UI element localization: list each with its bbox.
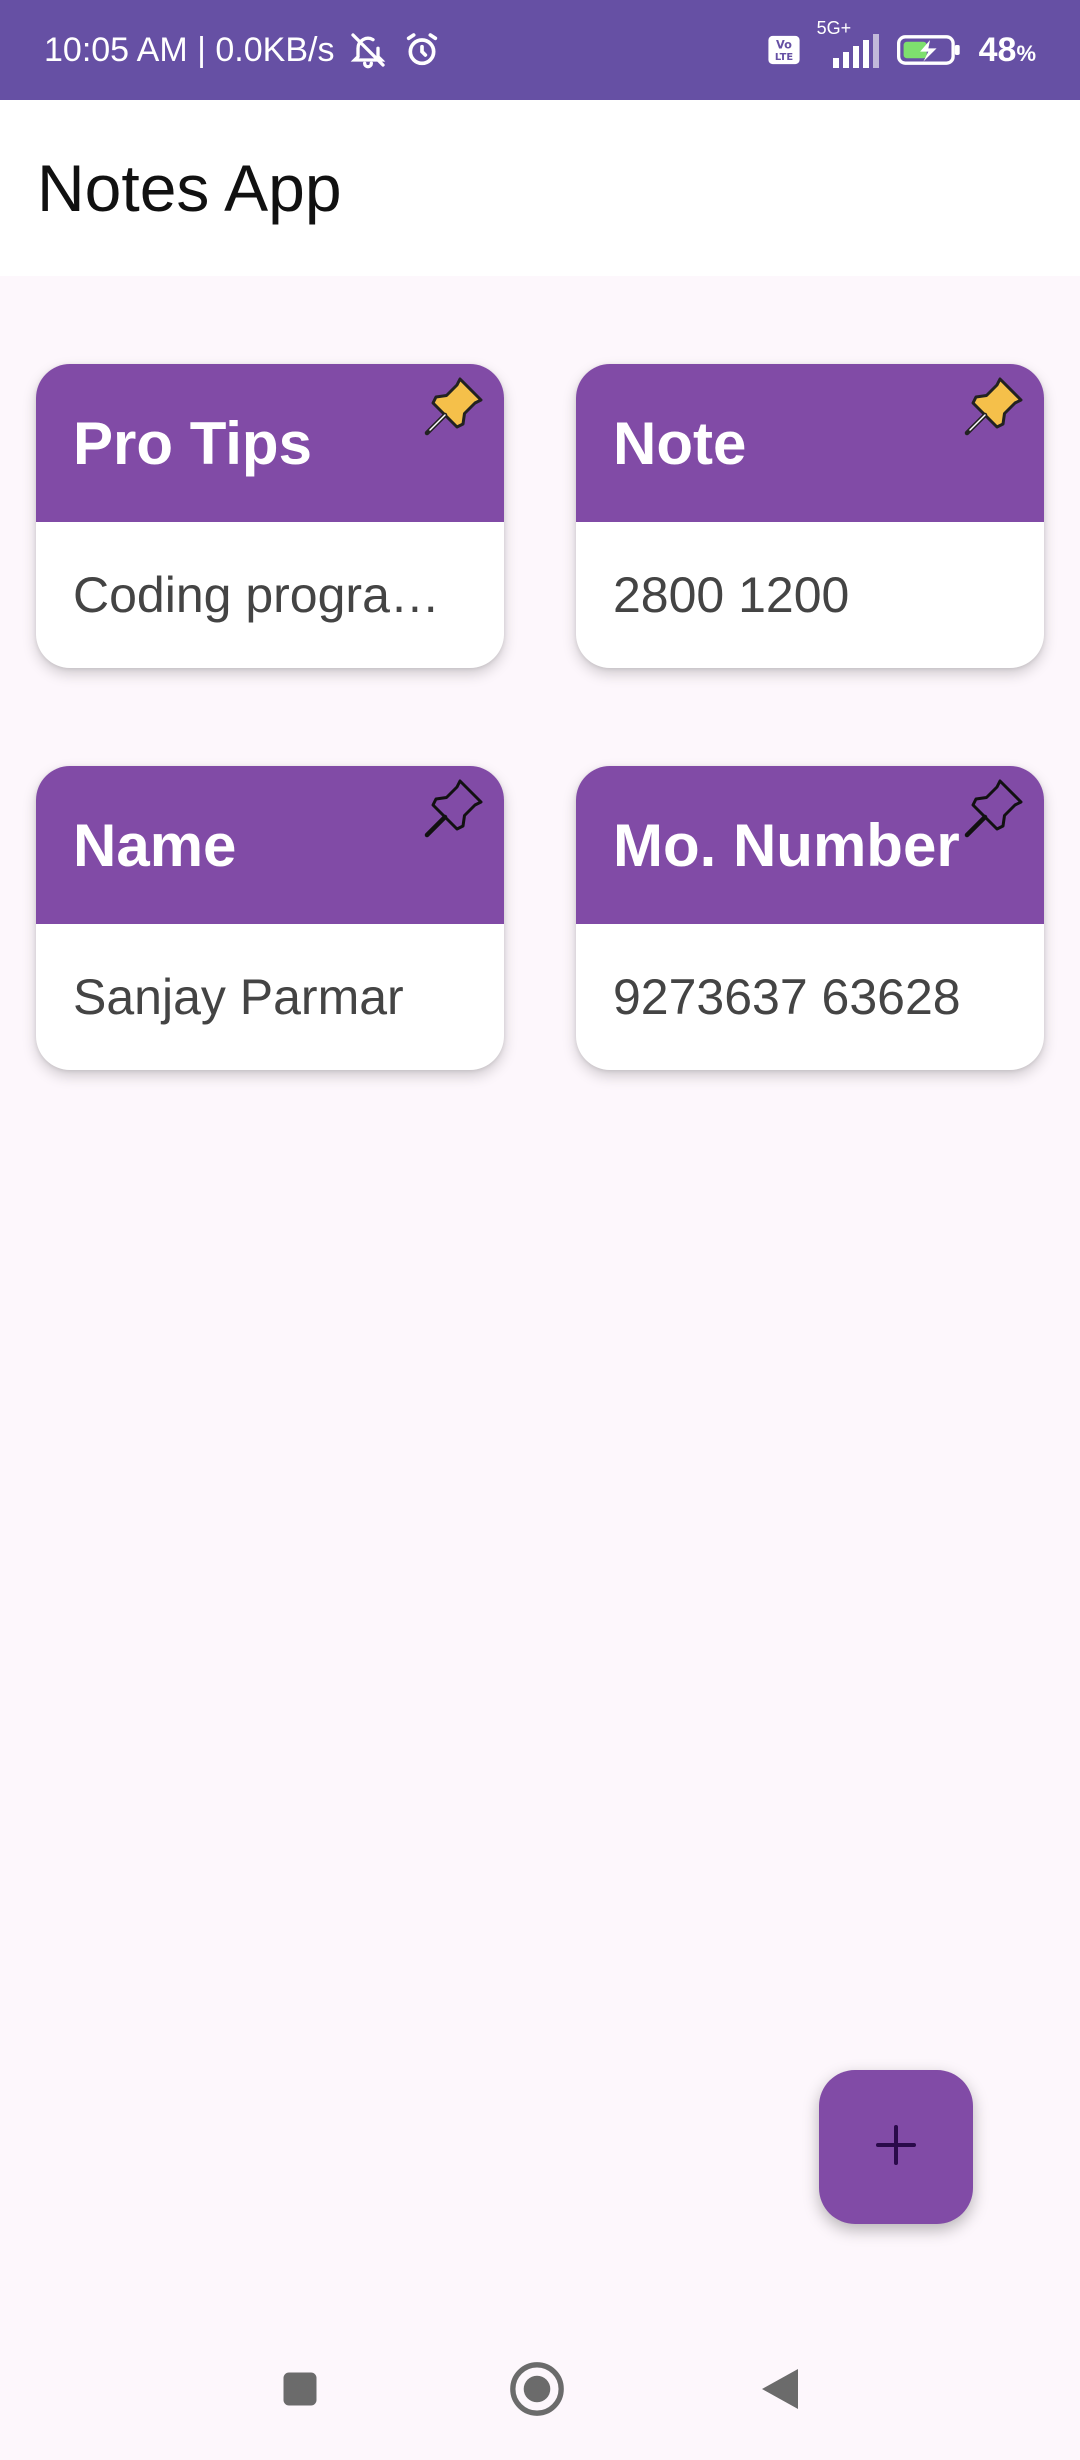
status-time: 10:05 AM | 0.0KB/s	[44, 30, 335, 69]
status-right: Vo LTE 5G+ 48%	[767, 18, 1036, 70]
volte-icon: Vo LTE	[767, 33, 801, 67]
note-content: 2800 1200	[613, 567, 850, 623]
note-title: Note	[613, 409, 747, 477]
battery-charging-icon	[896, 33, 963, 67]
plus-icon	[872, 2121, 920, 2174]
svg-text:LTE: LTE	[775, 52, 793, 63]
note-body: Coding programming	[36, 522, 504, 668]
note-header: Pro Tips	[36, 364, 504, 522]
alarm-icon	[402, 30, 442, 70]
note-content: 9273637 63628	[613, 969, 961, 1025]
add-note-button[interactable]	[819, 2070, 973, 2224]
signal-icon: 5G+	[817, 18, 881, 70]
note-header: Note	[576, 364, 1044, 522]
note-body: Sanjay Parmar	[36, 924, 504, 1070]
home-icon	[508, 2360, 566, 2423]
pin-active-icon[interactable]	[418, 370, 490, 442]
note-body: 2800 1200	[576, 522, 1044, 668]
note-header: Mo. Number	[576, 766, 1044, 924]
recents-button[interactable]	[275, 2366, 325, 2416]
battery-level: 48%	[978, 30, 1036, 69]
status-left: 10:05 AM | 0.0KB/s	[44, 30, 442, 70]
note-body: 9273637 63628	[576, 924, 1044, 1070]
note-card[interactable]: Note 2800 1200	[576, 364, 1044, 668]
svg-text:Vo: Vo	[776, 38, 792, 52]
note-card[interactable]: Name Sanjay Parmar	[36, 766, 504, 1070]
app-bar: Notes App	[0, 100, 1080, 276]
back-button[interactable]	[755, 2366, 805, 2416]
note-title: Mo. Number	[613, 811, 960, 879]
note-title: Name	[73, 811, 237, 879]
pin-inactive-icon[interactable]	[418, 772, 490, 844]
note-content: Coding programming	[73, 567, 467, 623]
home-button[interactable]	[510, 2361, 564, 2416]
note-title: Pro Tips	[73, 409, 312, 477]
network-type: 5G+	[816, 18, 852, 38]
back-icon	[758, 2365, 802, 2418]
note-content: Sanjay Parmar	[73, 969, 404, 1025]
status-bar: 10:05 AM | 0.0KB/s Vo LTE 5G+ 48%	[0, 0, 1080, 100]
pin-active-icon[interactable]	[958, 370, 1030, 442]
page-title: Notes App	[37, 151, 342, 225]
note-card[interactable]: Pro Tips Coding programming	[36, 364, 504, 668]
silent-bell-icon	[348, 30, 388, 70]
note-card[interactable]: Mo. Number 9273637 63628	[576, 766, 1044, 1070]
pin-inactive-icon[interactable]	[958, 772, 1030, 844]
notes-grid: Pro Tips Coding programming Note	[0, 276, 1080, 2276]
note-header: Name	[36, 766, 504, 924]
recents-icon	[278, 2367, 322, 2416]
